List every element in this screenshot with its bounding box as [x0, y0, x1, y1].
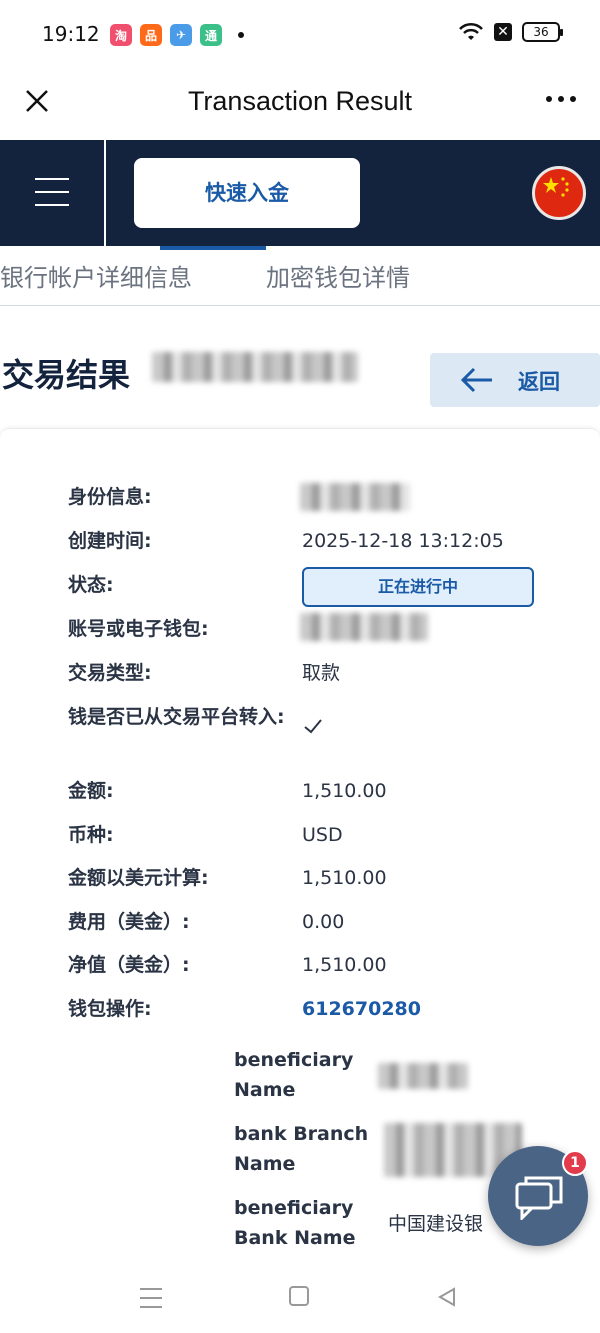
chat-icon: [515, 1176, 563, 1220]
system-nav-bar: [0, 1268, 600, 1333]
china-flag-icon[interactable]: [532, 166, 586, 220]
status-time: 19:12: [42, 22, 100, 46]
status-badge: 正在进行中: [302, 567, 534, 607]
page-title: 交易结果: [2, 356, 131, 394]
beneficiary-name-label: beneficiary Name: [234, 1049, 354, 1101]
page-title-bar-text: Transaction Result: [187, 86, 413, 116]
status-bar: 19:12 淘 品 ✈ 通 ✕ 36: [0, 0, 600, 70]
arrow-left-icon: [460, 367, 492, 393]
fee-label: 费用（美金）:: [68, 911, 190, 933]
status-label: 状态:: [68, 574, 114, 596]
currency-value: USD: [302, 824, 343, 846]
chat-notification-badge: 1: [562, 1150, 588, 1176]
recent-apps-icon[interactable]: [140, 1288, 162, 1308]
redacted-account-value: [300, 613, 428, 641]
wallet-operation-link[interactable]: 612670280: [302, 995, 421, 1024]
menu-icon[interactable]: [35, 178, 69, 206]
title-bar: Transaction Result: [0, 70, 600, 140]
created-time-value: 2025-12-18 13:12:05: [302, 530, 504, 552]
tab-crypto-wallet-details[interactable]: 加密钱包详情: [266, 258, 410, 293]
usd-amount-value: 1,510.00: [302, 867, 387, 889]
battery-icon: 36: [522, 22, 563, 42]
status-right: ✕ 36: [458, 22, 563, 42]
tab-indicator: [160, 246, 266, 250]
created-time-label: 创建时间:: [68, 530, 152, 552]
wifi-icon: [459, 22, 483, 40]
beneficiary-bank-name-label: beneficiary Bank Name: [234, 1197, 356, 1249]
net-value-label: 净值（美金）:: [68, 954, 190, 976]
tab-bank-account-details[interactable]: 银行帐户详细信息: [0, 258, 192, 293]
transferred-label: 钱是否已从交易平台转入:: [68, 706, 285, 728]
home-icon[interactable]: [289, 1286, 309, 1306]
back-triangle-icon[interactable]: [436, 1286, 458, 1308]
transaction-type-value: 取款: [302, 662, 341, 684]
back-button[interactable]: 返回: [430, 353, 600, 407]
app-header: 快速入金: [0, 140, 600, 246]
status-app-icons: 淘 品 ✈ 通: [110, 24, 244, 46]
no-sim-icon: ✕: [494, 23, 512, 41]
wallet-operation-label: 钱包操作:: [68, 998, 152, 1020]
currency-label: 币种:: [68, 824, 114, 846]
check-icon: [304, 719, 322, 734]
redacted-beneficiary-name: [378, 1063, 468, 1089]
transaction-details-card: 身份信息: 创建时间: 2025-12-18 13:12:05 状态: 正在进行…: [0, 428, 600, 1268]
more-options-icon[interactable]: [546, 96, 576, 102]
beneficiary-bank-name-value: 中国建设银: [388, 1213, 484, 1235]
redacted-transaction-id: [152, 352, 358, 382]
taobao-app-icon: 淘: [110, 24, 132, 46]
amount-label: 金额:: [68, 780, 114, 802]
tabs: 银行帐户详细信息 加密钱包详情: [0, 246, 600, 306]
back-button-label: 返回: [518, 370, 560, 394]
fee-value: 0.00: [302, 911, 345, 933]
net-value: 1,510.00: [302, 954, 387, 976]
usd-amount-label: 金额以美元计算:: [68, 867, 209, 889]
app2-icon: 品: [140, 24, 162, 46]
account-label: 账号或电子钱包:: [68, 618, 209, 640]
transaction-type-label: 交易类型:: [68, 662, 152, 684]
header-divider: [104, 140, 106, 246]
bank-branch-name-label: bank Branch Name: [234, 1123, 369, 1175]
app4-icon: 通: [200, 24, 222, 46]
identity-label: 身份信息:: [68, 486, 152, 508]
amount-value: 1,510.00: [302, 780, 387, 802]
app3-icon: ✈: [170, 24, 192, 46]
notification-dot-icon: [238, 32, 244, 38]
redacted-identity-value: [300, 483, 410, 511]
quick-deposit-button[interactable]: 快速入金: [134, 158, 360, 228]
